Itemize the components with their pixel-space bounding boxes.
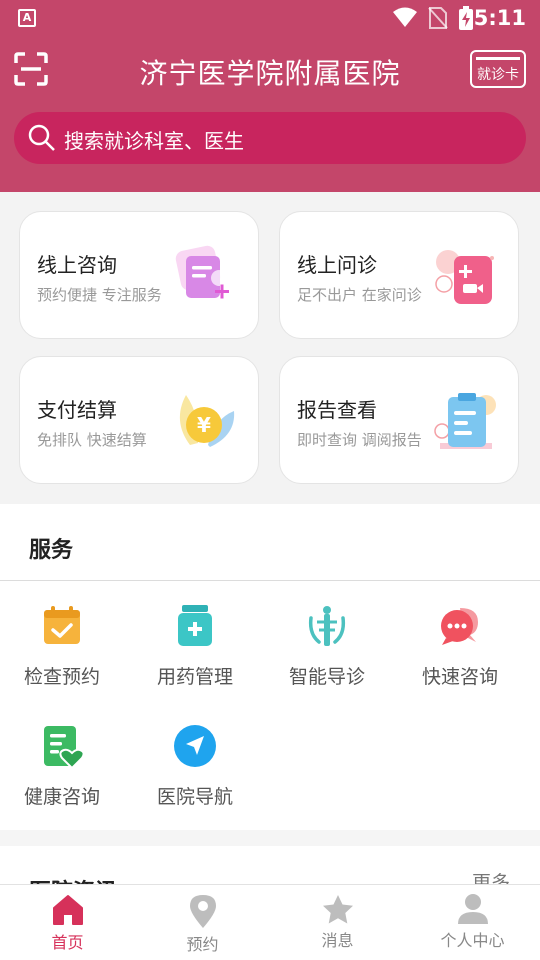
service-label: 医院导航 [156, 786, 233, 808]
card-subtitle: 免排队 快速结算 [37, 431, 147, 449]
clipboard-report-icon [434, 393, 496, 449]
service-label: 健康咨询 [23, 786, 100, 808]
card-report[interactable]: 报告查看 即时查询 调阅报告 [279, 356, 519, 484]
search-icon [28, 124, 55, 151]
card-subtitle: 足不出户 在家问诊 [297, 286, 422, 304]
nav-item-profile[interactable]: 个人中心 [405, 885, 540, 960]
calendar-check-icon [44, 606, 80, 644]
person-icon [457, 894, 488, 924]
service-quick-consult[interactable]: 快速咨询 [405, 604, 515, 689]
wifi-icon [393, 7, 417, 27]
services-heading: 服务 [29, 538, 74, 563]
svg-text:¥: ¥ [197, 413, 211, 437]
nav-item-messages[interactable]: 消息 [270, 885, 405, 960]
search-input[interactable]: 搜索就诊科室、医生 [64, 125, 244, 154]
search-bar[interactable]: 搜索就诊科室、医生 [14, 112, 526, 164]
service-exam-booking[interactable]: 检查预约 [7, 604, 117, 689]
header: A 5:11 济宁医学院附属医院 就诊卡 搜索就诊科室、医生 [0, 0, 540, 192]
service-smart-guide[interactable]: 智能导诊 [272, 604, 382, 689]
service-label: 用药管理 [156, 666, 233, 688]
battery-charging-icon [459, 6, 473, 30]
quick-cards: 线上咨询 预约便捷 专注服务 线上问诊 足不出户 在家问诊 支付结算 免排队 快… [0, 192, 540, 504]
services-section: 服务 检查预约 用药管理 智能导诊 快速咨询 健康咨询 医院导航 [0, 504, 540, 830]
nav-label: 消息 [321, 931, 354, 950]
status-bar: A 5:11 [0, 0, 540, 36]
medicine-bottle-icon [178, 605, 212, 646]
star-icon [322, 895, 353, 924]
card-title: 线上问诊 [297, 253, 377, 277]
nav-item-appointment[interactable]: 预约 [135, 885, 270, 960]
nav-item-home[interactable]: 首页 [0, 885, 135, 960]
card-online-consult[interactable]: 线上咨询 预约便捷 专注服务 [19, 211, 259, 339]
location-pin-icon [189, 895, 216, 928]
status-time: 5:11 [473, 6, 526, 30]
medical-card-button[interactable]: 就诊卡 [470, 50, 526, 88]
card-title: 支付结算 [37, 398, 117, 422]
title-bar: 济宁医学院附属医院 就诊卡 [0, 44, 540, 96]
app-notification-icon: A [18, 9, 36, 27]
health-document-icon [44, 726, 84, 768]
service-health-consult[interactable]: 健康咨询 [7, 724, 117, 809]
service-hospital-navigation[interactable]: 医院导航 [140, 724, 250, 809]
card-title: 线上咨询 [37, 253, 117, 277]
divider [0, 580, 540, 581]
card-subtitle: 预约便捷 专注服务 [37, 286, 162, 304]
video-consult-icon [435, 250, 494, 304]
news-section: 医院资讯 更多 [0, 846, 540, 886]
home-icon [52, 895, 83, 925]
nav-label: 预约 [186, 935, 219, 954]
bottom-nav: 首页 预约 消息 个人中心 [0, 884, 540, 960]
no-sim-icon [428, 7, 448, 29]
service-label: 快速咨询 [421, 666, 498, 688]
nav-label: 个人中心 [440, 931, 505, 950]
card-title: 报告查看 [297, 398, 377, 422]
navigation-arrow-icon [174, 725, 216, 767]
chat-bubble-icon [441, 608, 478, 645]
medical-symbol-icon [308, 606, 346, 646]
document-plus-icon [175, 245, 229, 299]
yuan-coin-icon: ¥ [179, 395, 235, 447]
card-payment[interactable]: 支付结算 免排队 快速结算 ¥ [19, 356, 259, 484]
service-label: 检查预约 [23, 666, 100, 688]
service-medication[interactable]: 用药管理 [140, 604, 250, 689]
card-subtitle: 即时查询 调阅报告 [297, 431, 422, 449]
service-label: 智能导诊 [288, 666, 365, 688]
page-title: 济宁医学院附属医院 [139, 57, 401, 90]
card-online-diagnosis[interactable]: 线上问诊 足不出户 在家问诊 [279, 211, 519, 339]
nav-label: 首页 [51, 933, 84, 952]
